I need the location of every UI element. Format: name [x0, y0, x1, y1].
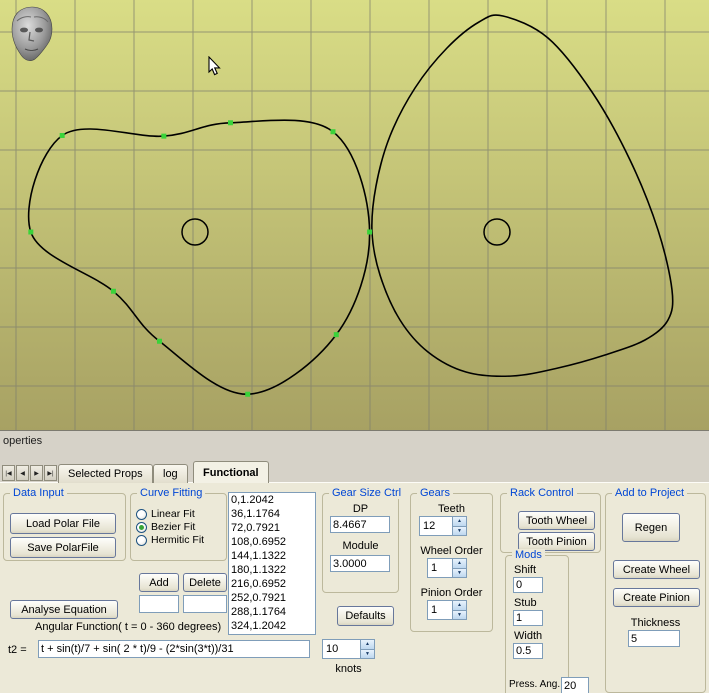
equation-label: t2 = — [8, 644, 27, 656]
width-input[interactable] — [513, 643, 543, 659]
pinion-order-label: Pinion Order — [408, 587, 495, 599]
dp-label: DP — [322, 503, 399, 515]
delete-knot-input[interactable] — [183, 595, 227, 613]
wheel-order-label: Wheel Order — [410, 545, 493, 557]
knot-list-item[interactable]: 72,0.7921 — [229, 521, 315, 535]
stub-input[interactable] — [513, 610, 543, 626]
radio-label: Hermitic Fit — [151, 534, 204, 546]
add-knot-input[interactable] — [139, 595, 179, 613]
knots-spinner[interactable]: ▲ ▼ — [322, 639, 375, 659]
knot-list-item[interactable]: 324,1.2042 — [229, 619, 315, 633]
knot-list-item[interactable]: 108,0.6952 — [229, 535, 315, 549]
radio-label: Linear Fit — [151, 508, 195, 520]
analyse-equation-button[interactable]: Analyse Equation — [10, 600, 118, 619]
tab-functional[interactable]: Functional — [193, 461, 269, 483]
canvas-background — [0, 0, 709, 431]
shift-input[interactable] — [513, 577, 543, 593]
spin-down-icon[interactable]: ▼ — [452, 610, 467, 621]
angular-function-label: Angular Function( t = 0 - 360 degrees) — [35, 621, 221, 633]
knot-list-item[interactable]: 180,1.1322 — [229, 563, 315, 577]
spin-up-icon[interactable]: ▲ — [452, 516, 467, 526]
radio-selected-icon[interactable] — [136, 522, 147, 533]
data-input-group-title: Data Input — [10, 487, 67, 499]
spinner-buttons[interactable]: ▲ ▼ — [360, 639, 375, 659]
knot-list-item[interactable]: 216,0.6952 — [229, 577, 315, 591]
module-label: Module — [322, 540, 399, 552]
knot-list-item[interactable]: 0,1.2042 — [229, 493, 315, 507]
thickness-label: Thickness — [605, 617, 706, 629]
knots-label: knots — [322, 663, 375, 675]
spinner-buttons[interactable]: ▲ ▼ — [452, 558, 467, 578]
wheel-order-spinner[interactable]: ▲ ▼ — [427, 558, 467, 578]
save-polar-file-button[interactable]: Save PolarFile — [10, 537, 116, 558]
linear-fit-radio[interactable]: Linear Fit — [136, 508, 195, 520]
radio-icon[interactable] — [136, 509, 147, 520]
design-canvas[interactable] — [0, 0, 709, 431]
stub-label: Stub — [514, 597, 537, 609]
tab-selected-props[interactable]: Selected Props — [58, 464, 153, 483]
face-icon — [7, 5, 57, 65]
regen-button[interactable]: Regen — [622, 513, 680, 542]
dp-input[interactable] — [330, 516, 390, 533]
wheel-order-input[interactable] — [427, 558, 452, 578]
spin-down-icon[interactable]: ▼ — [452, 568, 467, 579]
panel-title: operties — [3, 435, 42, 447]
shift-label: Shift — [514, 564, 536, 576]
rack-control-group-title: Rack Control — [507, 487, 577, 499]
teeth-input[interactable] — [419, 516, 452, 536]
tab-scroll-last-button[interactable]: ▶| — [44, 465, 57, 481]
plot-canvas[interactable] — [0, 0, 709, 431]
knot-list-item[interactable]: 252,0.7921 — [229, 591, 315, 605]
add-to-project-group-title: Add to Project — [612, 487, 687, 499]
spin-down-icon[interactable]: ▼ — [360, 649, 375, 660]
thickness-input[interactable] — [628, 630, 680, 647]
tab-scroll-next-button[interactable]: ▶ — [30, 465, 43, 481]
teeth-spinner[interactable]: ▲ ▼ — [419, 516, 467, 536]
mouse-cursor — [208, 56, 222, 76]
hermitic-fit-radio[interactable]: Hermitic Fit — [136, 534, 204, 546]
spin-up-icon[interactable]: ▲ — [452, 558, 467, 568]
pinion-order-spinner[interactable]: ▲ ▼ — [427, 600, 467, 620]
tab-scroll-first-button[interactable]: |◀ — [2, 465, 15, 481]
bezier-fit-radio[interactable]: Bezier Fit — [136, 521, 195, 533]
spin-up-icon[interactable]: ▲ — [360, 639, 375, 649]
module-input[interactable] — [330, 555, 390, 572]
spin-up-icon[interactable]: ▲ — [452, 600, 467, 610]
spinner-buttons[interactable]: ▲ ▼ — [452, 516, 467, 536]
knot-listbox[interactable]: 0,1.2042 36,1.1764 72,0.7921 108,0.6952 … — [228, 492, 316, 635]
delete-knot-button[interactable]: Delete — [183, 573, 227, 592]
knots-value-input[interactable] — [322, 639, 360, 659]
gear-design-app: operties |◀ ◀ ▶ ▶| Selected Props log Fu… — [0, 0, 709, 693]
add-knot-button[interactable]: Add — [139, 573, 179, 592]
pressure-angle-input[interactable] — [561, 677, 589, 693]
radio-label: Bezier Fit — [151, 521, 195, 533]
defaults-button[interactable]: Defaults — [337, 606, 394, 626]
pressure-angle-label: Press. Ang. — [509, 679, 560, 690]
knot-list-item[interactable]: 288,1.1764 — [229, 605, 315, 619]
spinner-buttons[interactable]: ▲ ▼ — [452, 600, 467, 620]
load-polar-file-button[interactable]: Load Polar File — [10, 513, 116, 534]
tooth-wheel-button[interactable]: Tooth Wheel — [518, 511, 595, 530]
curve-fitting-group-title: Curve Fitting — [137, 487, 205, 499]
create-wheel-button[interactable]: Create Wheel — [613, 560, 700, 579]
knot-list-item[interactable]: 144,1.1322 — [229, 549, 315, 563]
gears-group-title: Gears — [417, 487, 453, 499]
create-pinion-button[interactable]: Create Pinion — [613, 588, 700, 607]
spin-down-icon[interactable]: ▼ — [452, 526, 467, 537]
tab-scroll-prev-button[interactable]: ◀ — [16, 465, 29, 481]
width-label: Width — [514, 630, 542, 642]
knot-list-item[interactable]: 36,1.1764 — [229, 507, 315, 521]
tab-log[interactable]: log — [153, 464, 188, 483]
gear-size-group-title: Gear Size Ctrl — [329, 487, 404, 499]
teeth-label: Teeth — [410, 503, 493, 515]
radio-icon[interactable] — [136, 535, 147, 546]
equation-input[interactable] — [38, 640, 310, 658]
mods-group-title: Mods — [512, 549, 545, 561]
pinion-order-input[interactable] — [427, 600, 452, 620]
